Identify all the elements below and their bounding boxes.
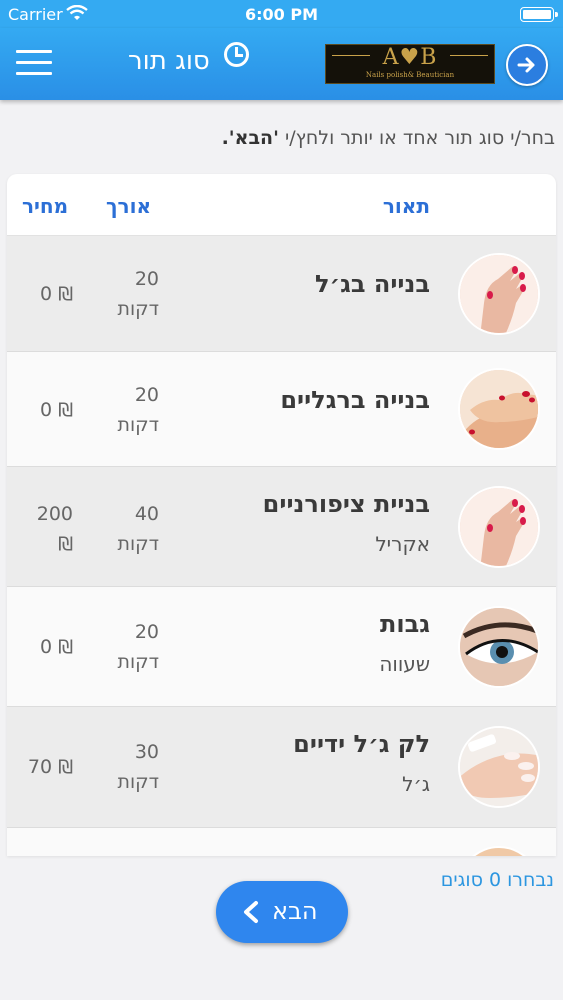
forward-arrow-button[interactable] bbox=[506, 44, 548, 86]
selected-count-label: נבחרו 0 סוגים bbox=[440, 869, 554, 891]
column-header-price: מחיר bbox=[22, 194, 69, 218]
appointment-types-table: תאור אורך מחיר בנייה בג׳ל 20 דקות 0 ₪ בנ… bbox=[7, 174, 556, 856]
instruction-prefix: בחר/י סוג תור אחד או יותר ולחץ/י bbox=[278, 127, 555, 149]
row-title: בנייה ברגליים bbox=[280, 386, 430, 414]
logo-ornament-left bbox=[332, 55, 370, 56]
length-value: 20 bbox=[134, 268, 159, 290]
eye-icon bbox=[460, 608, 538, 686]
row-length: 20 דקות bbox=[95, 617, 159, 677]
instruction-text: בחר/י סוג תור אחד או יותר ולחץ/י 'הבא'. bbox=[8, 127, 555, 149]
hand-gel-polish-photo bbox=[458, 726, 540, 808]
row-title: בנייה בג׳ל bbox=[314, 270, 430, 298]
logo-ornament-right bbox=[450, 55, 488, 56]
next-button[interactable]: הבא bbox=[216, 881, 348, 943]
row-price: 0 ₪ bbox=[39, 636, 73, 658]
row-length: 20 דקות bbox=[95, 380, 159, 440]
column-header-length: אורך bbox=[106, 194, 152, 218]
hand-polish-icon bbox=[460, 728, 538, 806]
row-subtitle: אקריל bbox=[375, 532, 430, 556]
row-length: 20 דקות bbox=[95, 264, 159, 324]
row-length: 40 דקות bbox=[95, 499, 159, 559]
instruction-highlight: 'הבא'. bbox=[221, 127, 279, 149]
length-value: 30 bbox=[134, 741, 159, 763]
row-thumbnail bbox=[458, 846, 540, 856]
length-value: 40 bbox=[134, 503, 159, 525]
next-button-label: הבא bbox=[272, 897, 318, 925]
hand-nails-icon bbox=[460, 488, 538, 566]
clock-time: 6:00 PM bbox=[244, 5, 318, 24]
brand-logo: A♥B Nails polish& Beautician bbox=[325, 44, 495, 84]
row-subtitle: שעווה bbox=[379, 652, 430, 676]
length-unit: דקות bbox=[117, 651, 159, 673]
chevron-left-icon bbox=[244, 901, 258, 923]
page-title: סוג תור bbox=[128, 46, 210, 76]
length-unit: דקות bbox=[117, 771, 159, 793]
length-unit: דקות bbox=[117, 533, 159, 555]
table-row[interactable]: גבות שעווה 20 דקות 0 ₪ bbox=[7, 587, 556, 707]
table-row[interactable]: בנייה בג׳ל 20 דקות 0 ₪ bbox=[7, 236, 556, 352]
length-value: 20 bbox=[134, 384, 159, 406]
logo-main-text: A♥B bbox=[382, 45, 438, 70]
length-value: 20 bbox=[134, 621, 159, 643]
price-currency: ₪ bbox=[58, 533, 73, 555]
row-price: 200 ₪ bbox=[17, 499, 73, 559]
row-price: 0 ₪ bbox=[39, 399, 73, 421]
battery-icon bbox=[520, 7, 558, 22]
table-row[interactable] bbox=[7, 828, 556, 856]
row-length: 30 דקות bbox=[95, 737, 159, 797]
feet-icon bbox=[460, 370, 538, 448]
table-header: תאור אורך מחיר bbox=[7, 174, 556, 236]
hand-nails-icon bbox=[460, 255, 538, 333]
row-price: 70 ₪ bbox=[27, 756, 73, 778]
clock-icon bbox=[224, 42, 249, 67]
column-header-description: תאור bbox=[382, 194, 430, 218]
feet-pedicure-photo bbox=[458, 368, 540, 450]
nails-gel-photo bbox=[458, 253, 540, 335]
nails-acrylic-photo bbox=[458, 486, 540, 568]
logo-sub-text: Nails polish& Beautician bbox=[365, 71, 455, 79]
length-unit: דקות bbox=[117, 414, 159, 436]
row-price: 0 ₪ bbox=[39, 283, 73, 305]
length-unit: דקות bbox=[117, 298, 159, 320]
hamburger-menu-icon[interactable] bbox=[16, 50, 52, 78]
table-row[interactable]: בניית ציפורניים אקריל 40 דקות 200 ₪ bbox=[7, 467, 556, 587]
row-title: גבות bbox=[380, 610, 430, 638]
row-title: בניית ציפורניים bbox=[262, 490, 430, 518]
eye-brows-photo bbox=[458, 606, 540, 688]
app-header: סוג תור A♥B Nails polish& Beautician bbox=[0, 28, 563, 100]
status-bar: Carrier 6:00 PM bbox=[0, 0, 563, 28]
table-row[interactable]: לק ג׳ל ידיים ג׳ל 30 דקות 70 ₪ bbox=[7, 707, 556, 828]
arrow-right-icon bbox=[517, 57, 535, 73]
price-value: 200 bbox=[36, 503, 73, 525]
row-subtitle: ג׳ל bbox=[402, 772, 430, 796]
row-title: לק ג׳ל ידיים bbox=[293, 730, 430, 758]
table-row[interactable]: בנייה ברגליים 20 דקות 0 ₪ bbox=[7, 352, 556, 467]
